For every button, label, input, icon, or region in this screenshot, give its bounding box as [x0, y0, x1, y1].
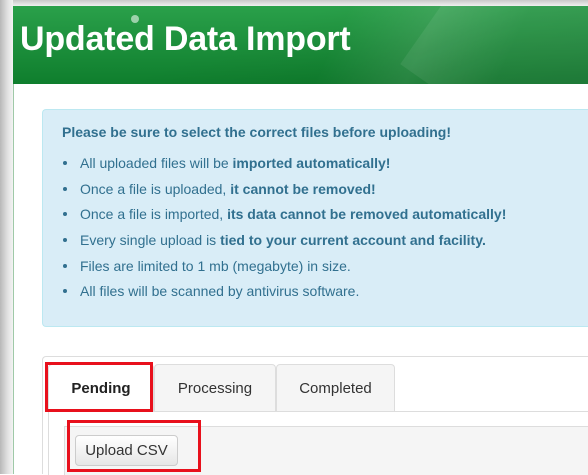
- tab-processing[interactable]: Processing: [154, 364, 276, 411]
- main-content: Please be sure to select the correct fil…: [13, 84, 588, 475]
- alert-list: All uploaded files will be imported auto…: [63, 153, 506, 307]
- tab-bar: Pending Processing Completed: [48, 364, 588, 412]
- alert-heading: Please be sure to select the correct fil…: [62, 124, 452, 140]
- page-header: Updated Data Import: [13, 6, 588, 84]
- tab-completed[interactable]: Completed: [276, 364, 395, 411]
- list-item: Once a file is imported, its data cannot…: [63, 204, 506, 230]
- list-item: Once a file is uploaded, it cannot be re…: [63, 179, 506, 205]
- list-item: All uploaded files will be imported auto…: [63, 153, 506, 179]
- list-item: All files will be scanned by antivirus s…: [63, 281, 506, 307]
- tab-pending[interactable]: Pending: [48, 364, 154, 412]
- window-frame-left: [0, 0, 13, 474]
- upload-csv-button[interactable]: Upload CSV: [75, 435, 178, 466]
- list-item: Files are limited to 1 mb (megabyte) in …: [63, 256, 506, 282]
- upload-tab-panel: Pending Processing Completed Upload CSV: [42, 356, 588, 475]
- page-title: Updated Data Import: [20, 20, 351, 58]
- tab-content-pending: Upload CSV: [48, 412, 588, 475]
- info-alert: Please be sure to select the correct fil…: [42, 109, 588, 327]
- upload-toolbar: Upload CSV: [64, 426, 588, 475]
- list-item: Every single upload is tied to your curr…: [63, 230, 506, 256]
- header-decoration: [400, 6, 588, 84]
